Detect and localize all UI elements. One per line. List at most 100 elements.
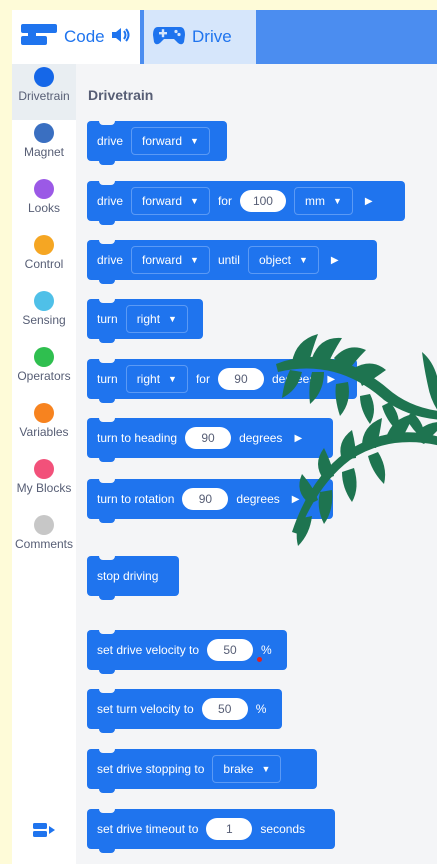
operators-color-dot (34, 347, 54, 367)
dropdown-value: right (136, 372, 161, 386)
category-label: Control (24, 257, 64, 271)
category-label: Variables (19, 425, 69, 439)
velocity-input[interactable]: 50 (207, 639, 254, 661)
block-text: set drive timeout to (97, 822, 199, 836)
tab-drive-label: Drive (192, 27, 232, 46)
block-text: drive (97, 253, 124, 267)
block-text: % (255, 702, 267, 716)
code-blocks-icon (20, 22, 58, 53)
caret-down-icon: ▼ (332, 196, 342, 206)
category-label: Sensing (22, 313, 66, 327)
category-label: Operators (17, 369, 71, 383)
velocity-input[interactable]: 50 (201, 698, 248, 720)
category-looks[interactable]: Looks (12, 176, 76, 232)
tab-code[interactable]: Code (12, 10, 140, 64)
block-text: seconds (260, 822, 306, 836)
block-set-drive-velocity[interactable]: set drive velocity to 50 % (87, 630, 287, 674)
palette-title: Drivetrain (88, 87, 154, 103)
caret-down-icon: ▼ (168, 374, 177, 384)
block-text: until (217, 253, 240, 267)
block-turn[interactable]: turn right ▼ (87, 299, 203, 343)
block-text: for (217, 194, 232, 208)
play-icon[interactable]: ▶ (365, 196, 373, 207)
category-control[interactable]: Control (12, 232, 76, 288)
extensions-icon (31, 819, 57, 846)
direction-dropdown[interactable]: forward ▼ (131, 246, 210, 274)
tab-bar: Code Drive (12, 10, 437, 64)
unit-dropdown[interactable]: mm ▼ (293, 187, 353, 215)
caret-down-icon: ▼ (190, 136, 199, 146)
app-frame: Code Drive Drivetrain Magnet Looks Contr… (12, 10, 437, 864)
category-label: Magnet (23, 145, 65, 159)
direction-dropdown[interactable]: right ▼ (125, 365, 188, 393)
dropdown-value: forward (142, 134, 183, 148)
block-drive-until[interactable]: drive forward ▼ until object ▼ ▶ (87, 240, 377, 284)
block-set-drive-stopping[interactable]: set drive stopping to brake ▼ (87, 749, 317, 793)
comments-color-dot (34, 515, 54, 535)
control-color-dot (34, 235, 54, 255)
caret-down-icon: ▼ (261, 764, 271, 774)
tab-code-label: Code (64, 27, 105, 46)
block-text: turn (97, 372, 118, 386)
block-text: stop driving (97, 569, 159, 583)
heading-input[interactable]: 90 (185, 427, 232, 449)
extensions-button[interactable] (12, 800, 76, 864)
category-label: My Blocks (16, 481, 72, 495)
gamepad-icon (152, 23, 186, 52)
block-set-drive-timeout[interactable]: set drive timeout to 1 seconds (87, 809, 335, 853)
category-variables[interactable]: Variables (12, 400, 76, 456)
category-magnet[interactable]: Magnet (12, 120, 76, 176)
block-text: for (195, 372, 210, 386)
caret-down-icon: ▼ (190, 255, 199, 265)
block-text: set drive velocity to (97, 643, 200, 657)
block-text: turn to rotation (97, 492, 175, 506)
block-text: % (261, 643, 272, 657)
block-text: turn to heading (97, 431, 178, 445)
looks-color-dot (34, 179, 54, 199)
direction-dropdown[interactable]: right ▼ (125, 305, 188, 333)
block-drive[interactable]: drive forward ▼ (87, 121, 227, 165)
category-operators[interactable]: Operators (12, 344, 76, 400)
tab-drive[interactable]: Drive (144, 10, 256, 64)
category-label: Drivetrain (18, 89, 70, 103)
cursor-marker (257, 657, 262, 662)
timeout-input[interactable]: 1 (206, 818, 253, 840)
magnet-color-dot (34, 123, 54, 143)
target-dropdown[interactable]: object ▼ (247, 246, 319, 274)
speaker-icon[interactable] (111, 27, 131, 47)
distance-input[interactable]: 100 (239, 190, 286, 212)
block-text: set drive stopping to (97, 762, 205, 776)
category-drivetrain[interactable]: Drivetrain (12, 64, 76, 120)
direction-dropdown[interactable]: forward ▼ (131, 127, 210, 155)
dropdown-value: object (258, 253, 291, 267)
direction-dropdown[interactable]: forward ▼ (131, 187, 210, 215)
dropdown-value: forward (142, 194, 183, 208)
block-stop-driving[interactable]: stop driving (87, 556, 179, 600)
angle-input[interactable]: 90 (217, 368, 264, 390)
caret-down-icon: ▼ (299, 255, 308, 265)
category-label: Comments (14, 537, 73, 551)
palm-leaves-decoration (276, 334, 437, 546)
category-label: Looks (27, 201, 61, 215)
block-text: set turn velocity to (97, 702, 194, 716)
category-sidebar: Drivetrain Magnet Looks Control Sensing … (12, 64, 76, 864)
category-comments[interactable]: Comments (12, 512, 76, 568)
caret-down-icon: ▼ (190, 196, 199, 206)
my-blocks-color-dot (34, 459, 54, 479)
block-text: drive (97, 194, 124, 208)
dropdown-value: brake (223, 762, 254, 776)
category-sensing[interactable]: Sensing (12, 288, 76, 344)
category-my-blocks[interactable]: My Blocks (12, 456, 76, 512)
stopping-mode-dropdown[interactable]: brake ▼ (212, 755, 282, 783)
dropdown-value: right (136, 312, 161, 326)
play-icon[interactable]: ▶ (331, 255, 339, 266)
block-drive-for[interactable]: drive forward ▼ for 100 mm ▼ ▶ (87, 181, 405, 225)
sensing-color-dot (34, 291, 54, 311)
dropdown-value: forward (142, 253, 183, 267)
block-set-turn-velocity[interactable]: set turn velocity to 50 % (87, 689, 282, 733)
variables-color-dot (34, 403, 54, 423)
dropdown-value: mm (304, 194, 325, 208)
block-text: drive (97, 134, 124, 148)
caret-down-icon: ▼ (168, 314, 177, 324)
rotation-input[interactable]: 90 (182, 488, 229, 510)
